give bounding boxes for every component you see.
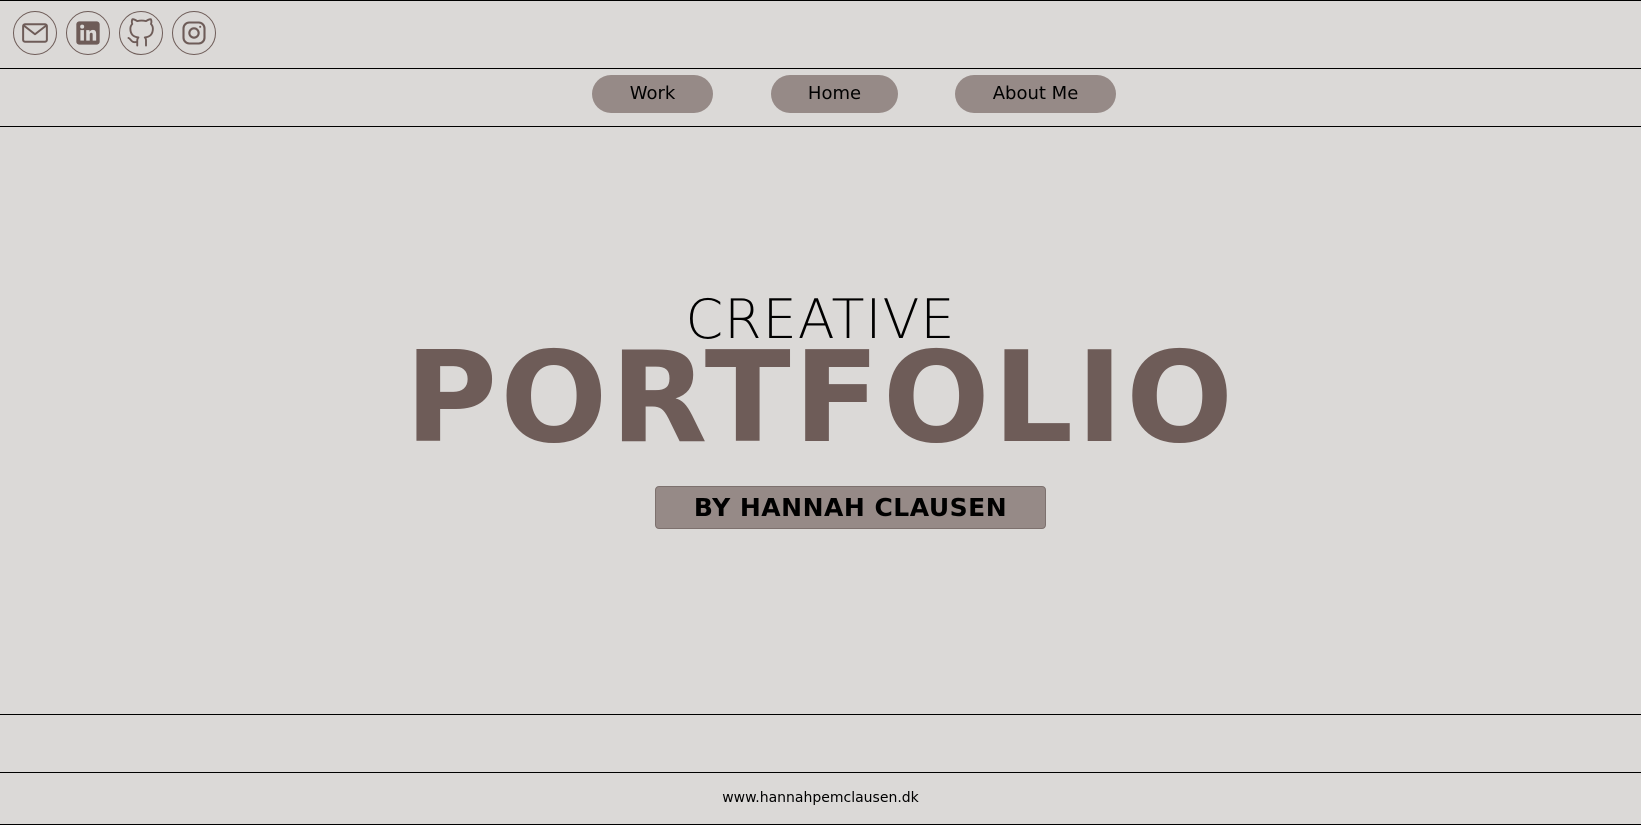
nav-work-button[interactable]: Work <box>592 75 713 113</box>
email-link[interactable] <box>13 11 57 55</box>
instagram-icon <box>182 21 206 45</box>
instagram-link[interactable] <box>172 11 216 55</box>
hero-title: PORTFOLIO <box>404 324 1237 471</box>
footer: www.hannahpemclausen.dk <box>0 773 1641 825</box>
hero-section: CREATIVE PORTFOLIO BY HANNAH CLAUSEN <box>0 127 1641 715</box>
mail-icon <box>22 23 48 43</box>
social-links <box>13 11 216 55</box>
footer-url: www.hannahpemclausen.dk <box>722 790 919 806</box>
divider-band <box>0 715 1641 773</box>
linkedin-icon <box>76 21 100 45</box>
page: Work Home About Me CREATIVE PORTFOLIO BY… <box>0 0 1641 825</box>
nav-about-button[interactable]: About Me <box>955 75 1116 113</box>
main-nav: Work Home About Me <box>0 69 1641 127</box>
linkedin-link[interactable] <box>66 11 110 55</box>
social-bar <box>0 0 1641 69</box>
hero-byline: BY HANNAH CLAUSEN <box>655 486 1046 529</box>
github-link[interactable] <box>119 11 163 55</box>
nav-home-button[interactable]: Home <box>771 75 898 113</box>
github-icon <box>127 18 154 47</box>
